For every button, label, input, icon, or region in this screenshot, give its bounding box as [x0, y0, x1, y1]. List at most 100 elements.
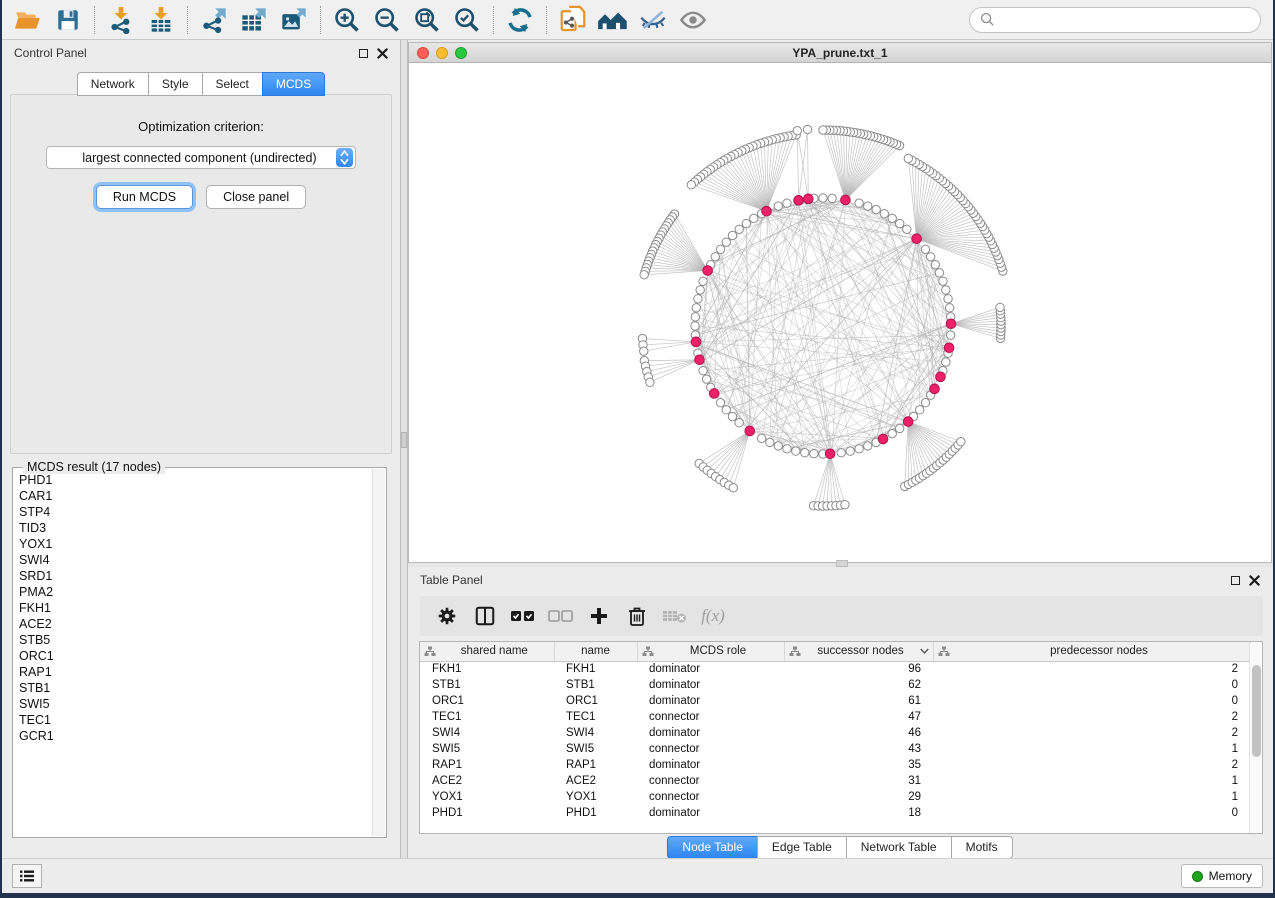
function-builder-icon[interactable]: f(x) — [696, 600, 730, 632]
table-cell[interactable]: 18 — [784, 805, 933, 821]
network-node[interactable] — [841, 500, 849, 508]
column-header[interactable]: predecessor nodes — [933, 642, 1250, 661]
mcds-hub-node[interactable] — [709, 389, 719, 399]
table-cell[interactable]: 2 — [933, 725, 1250, 741]
tab-motifs[interactable]: Motifs — [951, 836, 1013, 859]
table-cell[interactable]: FKH1 — [420, 661, 554, 677]
table-cell[interactable]: 0 — [933, 805, 1250, 821]
zoom-selected-icon[interactable] — [447, 3, 487, 37]
network-node[interactable] — [935, 269, 943, 277]
table-cell[interactable]: 0 — [933, 693, 1250, 709]
network-node[interactable] — [828, 194, 836, 202]
column-header[interactable]: name — [554, 642, 637, 661]
mcds-hub-node[interactable] — [794, 196, 804, 206]
network-graph[interactable] — [409, 63, 1271, 562]
table-cell[interactable]: connector — [637, 709, 784, 725]
table-cell[interactable]: 1 — [933, 773, 1250, 789]
network-node[interactable] — [903, 225, 911, 233]
mcds-result-item[interactable]: YOX1 — [19, 536, 370, 552]
mcds-result-item[interactable]: STB1 — [19, 680, 370, 696]
network-node[interactable] — [783, 199, 791, 207]
table-cell[interactable]: 96 — [784, 661, 933, 677]
network-node[interactable] — [722, 406, 730, 414]
mcds-result-item[interactable]: SWI4 — [19, 552, 370, 568]
tab-select[interactable]: Select — [202, 72, 262, 96]
table-cell[interactable]: 1 — [933, 789, 1250, 805]
task-history-button[interactable] — [12, 864, 42, 888]
column-header[interactable]: MCDS role — [637, 642, 784, 661]
vertical-splitter[interactable] — [400, 40, 408, 858]
table-cell[interactable]: 29 — [784, 789, 933, 805]
mcds-hub-node[interactable] — [825, 449, 835, 459]
network-window-titlebar[interactable]: YPA_prune.txt_1 — [409, 43, 1271, 63]
network-node[interactable] — [728, 412, 736, 420]
mcds-result-item[interactable]: CAR1 — [19, 488, 370, 504]
table-cell[interactable]: 2 — [933, 709, 1250, 725]
table-cell[interactable]: 2 — [933, 757, 1250, 773]
tab-network-table[interactable]: Network Table — [846, 836, 951, 859]
mcds-hub-node[interactable] — [912, 234, 922, 244]
mcds-result-item[interactable]: STP4 — [19, 504, 370, 520]
table-cell[interactable]: connector — [637, 741, 784, 757]
table-row[interactable]: ACE2ACE2connector311 — [420, 773, 1250, 789]
network-node[interactable] — [904, 154, 912, 162]
mcds-hub-node[interactable] — [878, 434, 888, 444]
network-node[interactable] — [757, 434, 765, 442]
table-cell[interactable]: 62 — [784, 677, 933, 693]
hide-selected-icon[interactable] — [633, 3, 673, 37]
table-cell[interactable]: 47 — [784, 709, 933, 725]
mcds-hub-node[interactable] — [691, 337, 701, 347]
table-cell[interactable]: SWI5 — [420, 741, 554, 757]
network-node[interactable] — [942, 358, 950, 366]
mcds-result-item[interactable]: SWI5 — [19, 696, 370, 712]
table-cell[interactable]: SWI5 — [554, 741, 637, 757]
network-node[interactable] — [694, 295, 702, 303]
copy-network-icon[interactable] — [553, 3, 593, 37]
table-cell[interactable]: 0 — [933, 677, 1250, 693]
close-panel-button[interactable]: Close panel — [206, 185, 306, 209]
unselect-all-icon[interactable] — [544, 600, 578, 632]
network-node[interactable] — [888, 429, 896, 437]
table-cell[interactable]: 35 — [784, 757, 933, 773]
mcds-result-scrollbar[interactable] — [372, 469, 385, 836]
mcds-hub-node[interactable] — [841, 195, 851, 205]
network-node[interactable] — [729, 484, 737, 492]
table-cell[interactable]: dominator — [637, 757, 784, 773]
float-panel-icon[interactable] — [359, 49, 368, 58]
network-node[interactable] — [855, 445, 863, 453]
zoom-out-icon[interactable] — [367, 3, 407, 37]
vertical-splitter-handle[interactable] — [401, 432, 407, 448]
column-header[interactable]: shared name — [420, 642, 554, 661]
export-image-icon[interactable] — [274, 3, 314, 37]
table-cell[interactable]: SWI4 — [420, 725, 554, 741]
table-cell[interactable]: 31 — [784, 773, 933, 789]
table-cell[interactable]: dominator — [637, 677, 784, 693]
table-cell[interactable]: STB1 — [420, 677, 554, 693]
column-view-icon[interactable] — [468, 600, 502, 632]
table-cell[interactable]: FKH1 — [554, 661, 637, 677]
table-row[interactable]: SWI5SWI5connector431 — [420, 741, 1250, 757]
network-node[interactable] — [646, 378, 654, 386]
network-node[interactable] — [819, 126, 827, 134]
network-node[interactable] — [699, 367, 707, 375]
mcds-hub-node[interactable] — [946, 319, 956, 329]
optimization-criterion-dropdown[interactable]: largest connected component (undirected) — [46, 146, 356, 169]
network-node[interactable] — [872, 205, 880, 213]
table-cell[interactable]: dominator — [637, 661, 784, 677]
delete-column-icon[interactable] — [620, 600, 654, 632]
network-node[interactable] — [696, 286, 704, 294]
network-node[interactable] — [691, 313, 699, 321]
network-node[interactable] — [942, 286, 950, 294]
table-row[interactable]: YOX1YOX1connector291 — [420, 789, 1250, 805]
mcds-hub-node[interactable] — [762, 206, 772, 216]
network-node[interactable] — [735, 225, 743, 233]
network-node[interactable] — [921, 245, 929, 253]
table-cell[interactable]: connector — [637, 789, 784, 805]
network-node[interactable] — [702, 375, 710, 383]
mcds-result-item[interactable]: PHD1 — [19, 472, 370, 488]
network-node[interactable] — [888, 214, 896, 222]
table-row[interactable]: PHD1PHD1dominator180 — [420, 805, 1250, 821]
network-node[interactable] — [864, 442, 872, 450]
network-node[interactable] — [692, 304, 700, 312]
mcds-hub-node[interactable] — [703, 266, 713, 276]
